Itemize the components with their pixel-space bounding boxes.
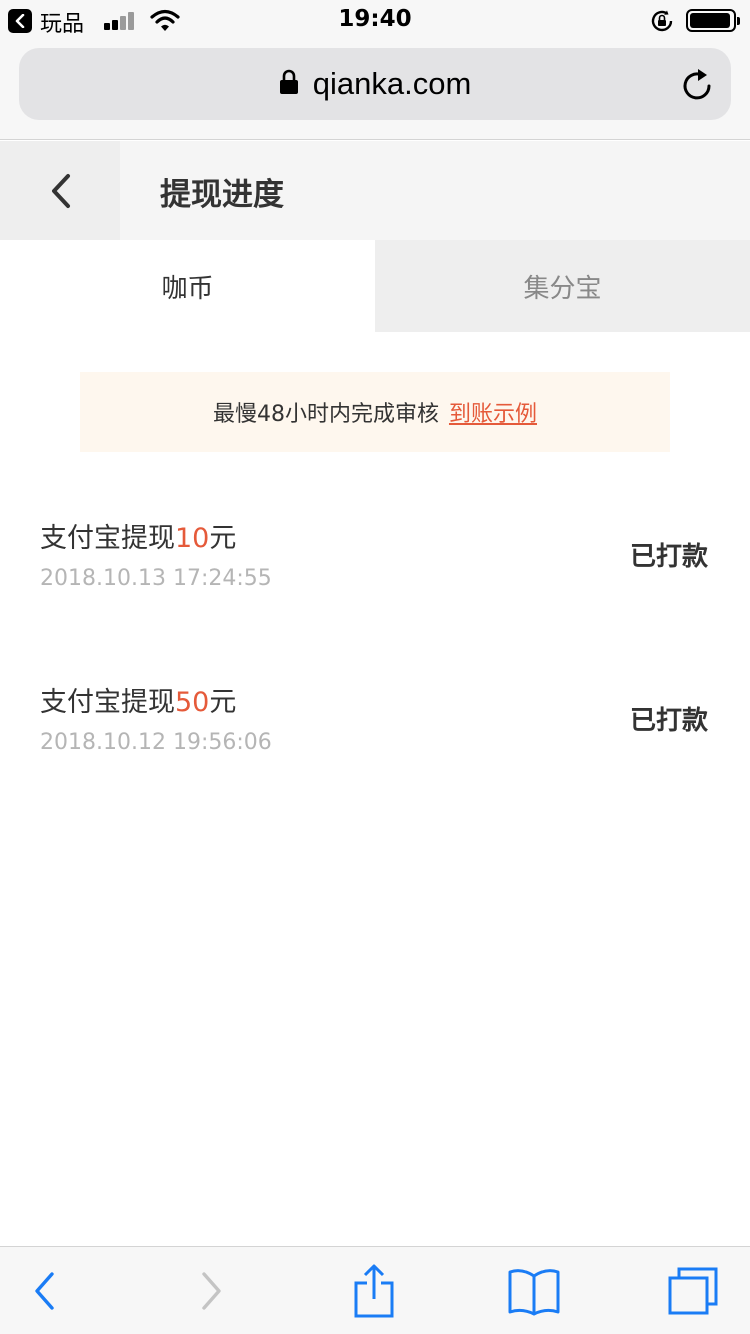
status-badge: 已打款 — [629, 542, 708, 572]
record-unit: 元 — [209, 687, 237, 718]
list-item[interactable]: 支付宝提现10元 2018.10.13 17:24:55 已打款 — [0, 516, 750, 646]
tab-bar: 咖币 集分宝 — [0, 240, 750, 332]
page: 玩品 19:40 qianka.com 提现进度 咖币 集分宝 最慢48小时内完… — [0, 0, 750, 1334]
list-item[interactable]: 支付宝提现50元 2018.10.12 19:56:06 已打款 — [0, 680, 750, 810]
record-time: 2018.10.12 19:56:06 — [40, 730, 272, 755]
reload-icon[interactable] — [681, 66, 715, 102]
page-title: 提现进度 — [160, 177, 284, 213]
page-header: 提现进度 — [0, 141, 750, 240]
tab-jifenbao[interactable]: 集分宝 — [375, 240, 750, 332]
record-title-prefix: 支付宝提现 — [40, 687, 175, 718]
chevron-left-icon — [52, 174, 70, 208]
arrival-example-link[interactable]: 到账示例 — [449, 396, 537, 428]
clock: 19:40 — [338, 6, 412, 32]
tab-kabi[interactable]: 咖币 — [0, 240, 375, 332]
record-amount: 50 — [175, 687, 210, 718]
bookmarks-icon[interactable] — [489, 1247, 579, 1334]
tabs-icon[interactable] — [648, 1247, 738, 1334]
status-bar: 玩品 19:40 — [0, 0, 750, 40]
forward-icon[interactable] — [166, 1247, 256, 1334]
record-title: 支付宝提现10元 — [40, 516, 236, 555]
record-title: 支付宝提现50元 — [40, 680, 236, 719]
address-bar[interactable]: qianka.com — [19, 48, 731, 120]
url-display[interactable]: qianka.com — [19, 48, 731, 120]
review-notice: 最慢48小时内完成审核 到账示例 — [80, 372, 670, 452]
record-amount: 10 — [175, 523, 210, 554]
record-title-prefix: 支付宝提现 — [40, 523, 175, 554]
status-badge: 已打款 — [629, 706, 708, 736]
url-text: qianka.com — [312, 66, 472, 101]
lock-icon — [279, 69, 298, 94]
record-time: 2018.10.13 17:24:55 — [40, 566, 272, 591]
back-button[interactable] — [0, 141, 120, 240]
share-icon[interactable] — [329, 1247, 419, 1334]
browser-chrome: qianka.com — [0, 40, 750, 140]
orientation-lock-icon — [651, 10, 673, 32]
browser-toolbar — [0, 1246, 750, 1334]
battery-icon — [686, 9, 740, 32]
notice-text: 最慢48小时内完成审核 — [212, 402, 439, 427]
record-unit: 元 — [209, 523, 237, 554]
back-icon[interactable] — [0, 1247, 90, 1334]
